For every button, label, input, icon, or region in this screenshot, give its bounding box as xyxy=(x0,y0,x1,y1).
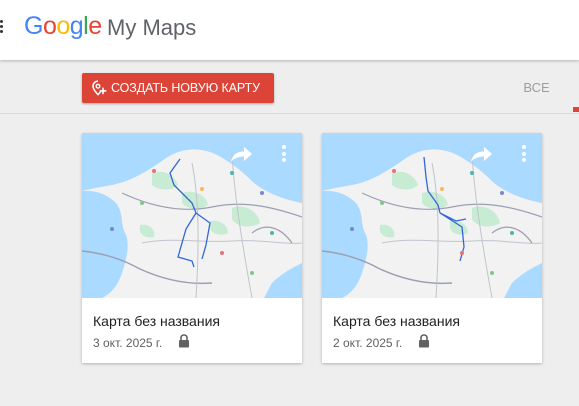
map-date: 2 окт. 2025 г. xyxy=(333,336,403,350)
product-name: My Maps xyxy=(107,15,197,40)
map-card[interactable]: Карта без названия 2 окт. 2025 г. xyxy=(322,133,542,363)
more-vert-icon[interactable] xyxy=(522,145,528,165)
map-date: 3 окт. 2025 г. xyxy=(93,336,163,350)
app-header: Google My Maps xyxy=(0,0,579,60)
create-new-map-button[interactable]: СОЗДАТЬ НОВУЮ КАРТУ xyxy=(82,73,274,103)
map-title: Карта без названия xyxy=(93,313,220,329)
tab-active-indicator xyxy=(573,107,579,112)
add-location-icon xyxy=(92,80,107,96)
share-icon[interactable] xyxy=(470,145,494,163)
google-logo[interactable]: Google xyxy=(24,12,102,41)
map-title: Карта без названия xyxy=(333,313,460,329)
lock-icon xyxy=(419,334,429,348)
map-card[interactable]: Карта без названия 3 окт. 2025 г. xyxy=(82,133,302,363)
logo-letter: G xyxy=(24,12,43,40)
lock-icon xyxy=(179,334,189,348)
logo-letter: e xyxy=(88,12,102,40)
logo-letter: o xyxy=(42,12,57,40)
tab-all[interactable]: ВСЕ xyxy=(509,80,564,95)
logo-letter: o xyxy=(56,12,70,40)
logo-letter: g xyxy=(69,12,84,40)
share-icon[interactable] xyxy=(230,145,254,163)
more-vert-icon[interactable] xyxy=(282,145,288,165)
create-new-map-label: СОЗДАТЬ НОВУЮ КАРТУ xyxy=(111,81,260,95)
map-thumbnail[interactable] xyxy=(82,133,302,298)
map-thumbnail[interactable] xyxy=(322,133,542,298)
menu-dots-icon[interactable] xyxy=(0,20,4,34)
